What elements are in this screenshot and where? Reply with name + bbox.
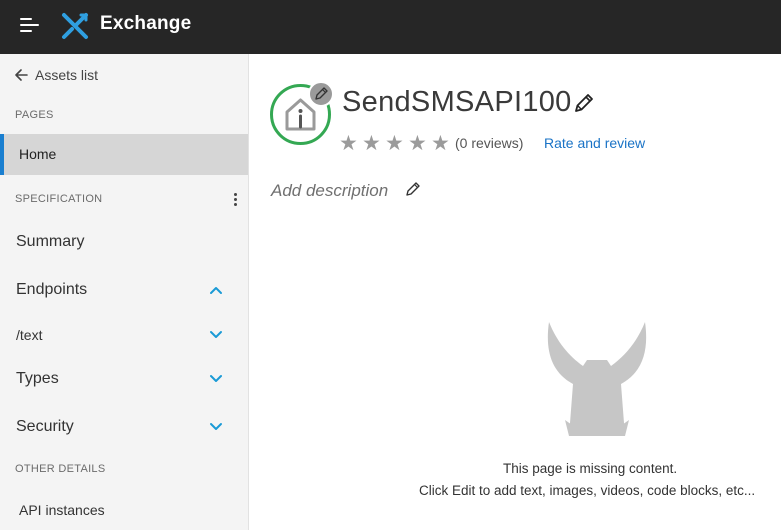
- arrow-left-icon: [15, 69, 28, 81]
- sidebar-item-label: /text: [16, 327, 43, 343]
- pencil-icon: [315, 87, 328, 100]
- sidebar-item-types[interactable]: Types: [0, 358, 248, 398]
- sidebar-item-summary[interactable]: Summary: [0, 222, 248, 262]
- edit-title-pencil-icon[interactable]: [573, 92, 595, 114]
- empty-state-hint: Click Edit to add text, images, videos, …: [419, 483, 756, 498]
- sidebar-item-endpoints[interactable]: Endpoints: [0, 270, 248, 310]
- asset-title: SendSMSAPI100: [342, 86, 572, 118]
- edit-icon-badge[interactable]: [308, 81, 334, 107]
- empty-content-illustration: [547, 322, 647, 436]
- sidebar-item-label: API instances: [19, 502, 105, 518]
- rate-and-review-link[interactable]: Rate and review: [544, 135, 645, 151]
- star-icon[interactable]: ★: [339, 133, 362, 155]
- star-icon[interactable]: ★: [408, 133, 431, 155]
- sidebar-item-label: Endpoints: [16, 281, 88, 298]
- specification-more-options-icon[interactable]: [231, 192, 241, 208]
- sidebar-item-label: Summary: [16, 233, 85, 250]
- chevron-down-icon[interactable]: [209, 330, 223, 340]
- pages-section-label: PAGES: [15, 109, 54, 121]
- edit-description-pencil-icon[interactable]: [405, 181, 421, 197]
- star-icon[interactable]: ★: [431, 133, 454, 155]
- hamburger-menu-icon[interactable]: [20, 17, 40, 35]
- top-bar: Exchange: [0, 0, 781, 54]
- sidebar-item-text-endpoint[interactable]: /text: [0, 314, 248, 354]
- sidebar-item-security[interactable]: Security: [0, 406, 248, 446]
- sidebar-item-home-label: Home: [19, 146, 57, 162]
- app-title[interactable]: Exchange: [100, 13, 191, 35]
- add-description-field[interactable]: Add description: [271, 181, 388, 201]
- chevron-down-icon[interactable]: [209, 374, 223, 384]
- exchange-logo-icon[interactable]: [61, 12, 89, 40]
- specification-section-label: SPECIFICATION: [15, 193, 103, 205]
- empty-state-message: This page is missing content.: [503, 461, 678, 476]
- star-icon[interactable]: ★: [362, 133, 385, 155]
- chevron-up-icon[interactable]: [209, 285, 223, 295]
- assets-list-label: Assets list: [35, 67, 99, 83]
- sidebar-item-home[interactable]: Home: [0, 134, 248, 175]
- sidebar-item-label: Security: [16, 418, 74, 435]
- sidebar-item-api-instances[interactable]: API instances: [0, 490, 248, 530]
- assets-list-link[interactable]: Assets list: [15, 67, 98, 83]
- rating-stars[interactable]: ★ ★ ★ ★ ★: [339, 133, 454, 155]
- sidebar: Assets list PAGES Home SPECIFICATION Sum…: [0, 54, 249, 530]
- sidebar-item-label: Types: [16, 370, 59, 387]
- star-icon[interactable]: ★: [385, 133, 408, 155]
- reviews-count: (0 reviews): [455, 135, 524, 151]
- other-details-section-label: OTHER DETAILS: [15, 463, 106, 475]
- chevron-down-icon[interactable]: [209, 422, 223, 432]
